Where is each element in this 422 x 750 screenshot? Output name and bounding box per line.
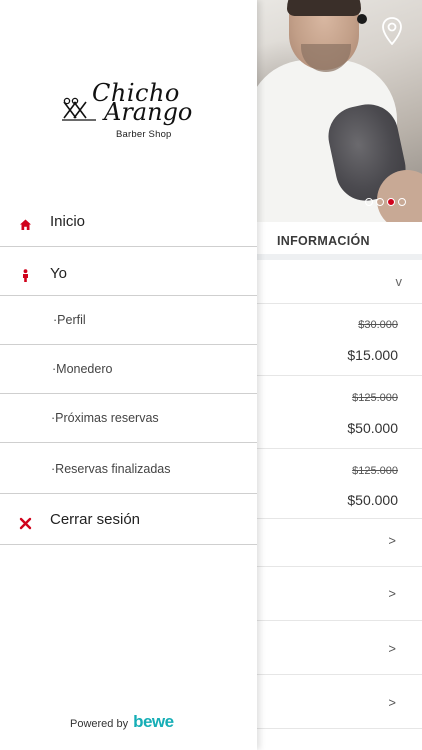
carousel-dot[interactable] xyxy=(376,198,384,206)
old-price: $125.000 xyxy=(352,465,398,477)
menu-item-monedero[interactable]: ·Monedero xyxy=(0,345,257,394)
service-row[interactable]: $30.000 $15.000 xyxy=(257,304,422,376)
location-pin-icon[interactable] xyxy=(381,17,403,45)
powered-by[interactable]: Powered by bewe xyxy=(70,712,174,732)
list-item[interactable]: > xyxy=(257,567,422,621)
carousel-dot-active[interactable] xyxy=(387,198,395,206)
scissors-logo-icon xyxy=(62,97,96,121)
chevron-right-icon: > xyxy=(388,695,396,710)
menu-item-label: ·Reservas finalizadas xyxy=(51,462,171,476)
list-item[interactable]: > xyxy=(257,675,422,729)
close-icon xyxy=(19,517,32,530)
logo-text-arango: Arango xyxy=(104,98,193,126)
service-row[interactable]: $125.000 $50.000 xyxy=(257,376,422,449)
old-price: $30.000 xyxy=(358,319,398,331)
menu-item-reservas-finalizadas[interactable]: ·Reservas finalizadas xyxy=(0,443,257,494)
menu-item-label: Yo xyxy=(50,265,67,282)
info-toggle[interactable]: v xyxy=(257,260,422,304)
menu-item-label: ·Perfil xyxy=(53,313,86,327)
menu-item-label: Cerrar sesión xyxy=(50,511,141,528)
menu-item-perfil[interactable]: ·Perfil xyxy=(0,296,257,345)
chevron-right-icon: > xyxy=(388,586,396,601)
old-price: $125.000 xyxy=(352,392,398,404)
chevron-right-icon: > xyxy=(388,533,396,548)
powered-by-label: Powered by xyxy=(70,718,129,730)
service-row[interactable]: $125.000 $50.000 xyxy=(257,449,422,519)
section-title-informacion: INFORMACIÓN xyxy=(277,234,370,248)
carousel-dot[interactable] xyxy=(398,198,406,206)
menu-item-label: Inicio xyxy=(50,213,86,230)
home-icon xyxy=(20,219,31,230)
chevron-right-icon: > xyxy=(388,641,396,656)
person-icon xyxy=(23,269,28,282)
chevron-down-icon: v xyxy=(395,274,403,289)
carousel-dots[interactable] xyxy=(365,198,406,206)
menu-item-yo[interactable]: Yo xyxy=(0,247,257,296)
bewe-logo: bewe xyxy=(133,712,174,731)
menu-item-cerrar-sesion[interactable]: Cerrar sesión xyxy=(0,494,257,545)
side-drawer: Chicho Arango Barber Shop Inicio Yo ·Per… xyxy=(0,0,257,750)
menu-item-proximas-reservas[interactable]: ·Próximas reservas xyxy=(0,394,257,443)
current-price: $50.000 xyxy=(347,420,398,436)
logo-subtitle: Barber Shop xyxy=(116,129,172,140)
list-item[interactable]: > xyxy=(257,519,422,567)
menu-item-label: ·Monedero xyxy=(52,362,113,376)
menu-item-label: ·Próximas reservas xyxy=(51,411,159,425)
brand-logo: Chicho Arango Barber Shop xyxy=(62,81,193,144)
current-price: $50.000 xyxy=(347,492,398,508)
menu-item-inicio[interactable]: Inicio xyxy=(0,198,257,247)
carousel-dot[interactable] xyxy=(365,198,373,206)
list-item[interactable]: > xyxy=(257,621,422,675)
current-price: $15.000 xyxy=(347,347,398,363)
